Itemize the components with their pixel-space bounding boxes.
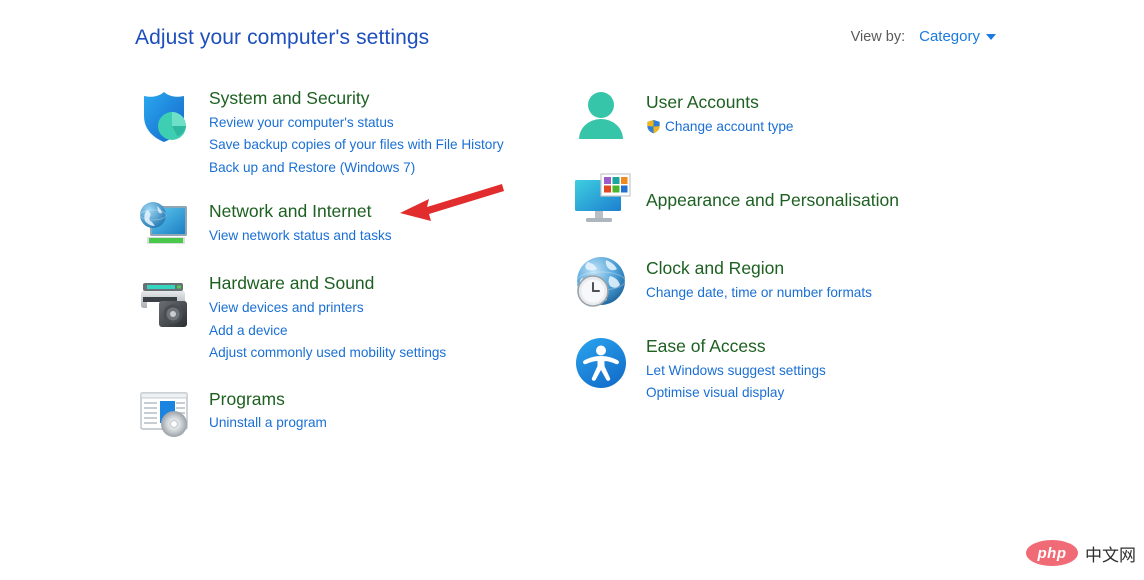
category-body: Programs Uninstall a program	[209, 381, 327, 435]
page-title: Adjust your computer's settings	[135, 26, 430, 49]
program-window-disc-icon	[133, 381, 195, 443]
shield-pie-icon	[133, 86, 195, 148]
category-title-hardware-and-sound[interactable]: Hardware and Sound	[209, 273, 446, 294]
category-title-ease-of-access[interactable]: Ease of Access	[646, 336, 826, 357]
php-logo: php	[1026, 540, 1078, 566]
link-uninstall-a-program[interactable]: Uninstall a program	[209, 412, 327, 435]
link-adjust-mobility-settings[interactable]: Adjust commonly used mobility settings	[209, 342, 446, 365]
category-body: Hardware and Sound View devices and prin…	[209, 271, 446, 364]
network-monitor-globe-icon	[133, 193, 195, 255]
view-by-selected-value: Category	[919, 28, 980, 45]
accessibility-person-icon	[570, 332, 632, 394]
link-add-a-device[interactable]: Add a device	[209, 320, 446, 343]
printer-speaker-icon	[133, 271, 195, 333]
link-change-account-type-label: Change account type	[665, 118, 794, 134]
link-save-backup-file-history[interactable]: Save backup copies of your files with Fi…	[209, 134, 504, 157]
link-change-account-type[interactable]: Change account type	[646, 116, 793, 139]
category-title-programs[interactable]: Programs	[209, 389, 327, 410]
category-system-and-security[interactable]: System and Security Review your computer…	[133, 86, 563, 179]
view-by-control: View by: Category	[851, 28, 996, 45]
category-hardware-and-sound[interactable]: Hardware and Sound View devices and prin…	[133, 271, 563, 364]
chevron-down-icon	[986, 34, 996, 41]
uac-shield-icon	[647, 120, 660, 134]
category-title-network-and-internet[interactable]: Network and Internet	[209, 201, 392, 222]
category-programs[interactable]: Programs Uninstall a program	[133, 381, 563, 443]
category-column-left: System and Security Review your computer…	[133, 86, 563, 461]
user-person-icon	[570, 86, 632, 148]
category-appearance-and-personalisation[interactable]: Appearance and Personalisation	[570, 170, 1000, 232]
category-ease-of-access[interactable]: Ease of Access Let Windows suggest setti…	[570, 332, 1000, 405]
watermark: php 中文网	[1026, 540, 1136, 566]
link-view-network-status[interactable]: View network status and tasks	[209, 225, 392, 248]
view-by-label: View by:	[850, 28, 906, 45]
link-change-date-time-number-formats[interactable]: Change date, time or number formats	[646, 282, 872, 305]
category-body: User Accounts Change account type	[646, 86, 793, 138]
category-body: Appearance and Personalisation	[646, 170, 899, 214]
view-by-dropdown[interactable]: Category	[919, 28, 996, 45]
category-user-accounts[interactable]: User Accounts Change account type	[570, 86, 1000, 148]
link-optimise-visual-display[interactable]: Optimise visual display	[646, 382, 826, 405]
category-clock-and-region[interactable]: Clock and Region Change date, time or nu…	[570, 252, 1000, 314]
globe-clock-icon	[570, 252, 632, 314]
link-let-windows-suggest-settings[interactable]: Let Windows suggest settings	[646, 360, 826, 383]
link-review-computer-status[interactable]: Review your computer's status	[209, 112, 504, 135]
category-body: Ease of Access Let Windows suggest setti…	[646, 332, 826, 405]
link-view-devices-and-printers[interactable]: View devices and printers	[209, 297, 446, 320]
category-body: Network and Internet View network status…	[209, 193, 392, 247]
watermark-site-text: 中文网	[1085, 545, 1136, 566]
category-title-clock-and-region[interactable]: Clock and Region	[646, 258, 872, 279]
category-body: System and Security Review your computer…	[209, 86, 504, 179]
category-body: Clock and Region Change date, time or nu…	[646, 252, 872, 304]
link-backup-and-restore[interactable]: Back up and Restore (Windows 7)	[209, 157, 504, 180]
category-network-and-internet[interactable]: Network and Internet View network status…	[133, 193, 563, 255]
category-column-right: User Accounts Change account type Appear…	[570, 86, 1000, 423]
category-title-appearance-and-personalisation[interactable]: Appearance and Personalisation	[646, 190, 899, 211]
category-title-system-and-security[interactable]: System and Security	[209, 88, 504, 109]
category-title-user-accounts[interactable]: User Accounts	[646, 92, 793, 113]
monitor-colorgrid-icon	[570, 170, 632, 232]
